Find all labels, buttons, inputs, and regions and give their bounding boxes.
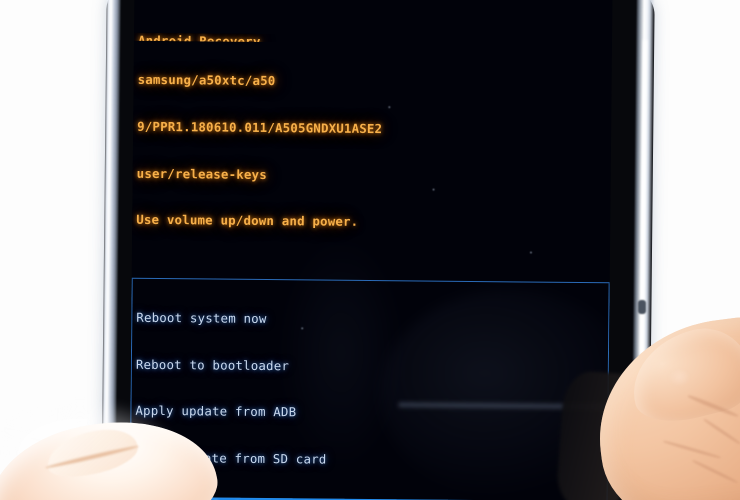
recovery-build-device: samsung/a50xtc/a50 [137,71,276,89]
recovery-title: Android Recovery [137,32,261,46]
recovery-build-id: 9/PPR1.180610.011/A505GNDXU1ASE2 [137,118,383,136]
phone-power-button[interactable] [638,300,646,314]
screen-speck [529,251,532,254]
right-hand-knuckle [668,370,690,386]
screen-speck [432,188,435,191]
screen-speck [301,327,304,330]
recovery-instructions: Use volume up/down and power. [136,212,359,230]
screen-speck [388,106,391,109]
screenshot-root: Android Recovery samsung/a50xtc/a50 9/PP… [0,0,740,500]
recovery-build-tags: user/release-keys [136,165,267,182]
screen-reflection-secondary [279,237,403,469]
phone-display[interactable]: Android Recovery samsung/a50xtc/a50 9/PP… [129,0,613,500]
